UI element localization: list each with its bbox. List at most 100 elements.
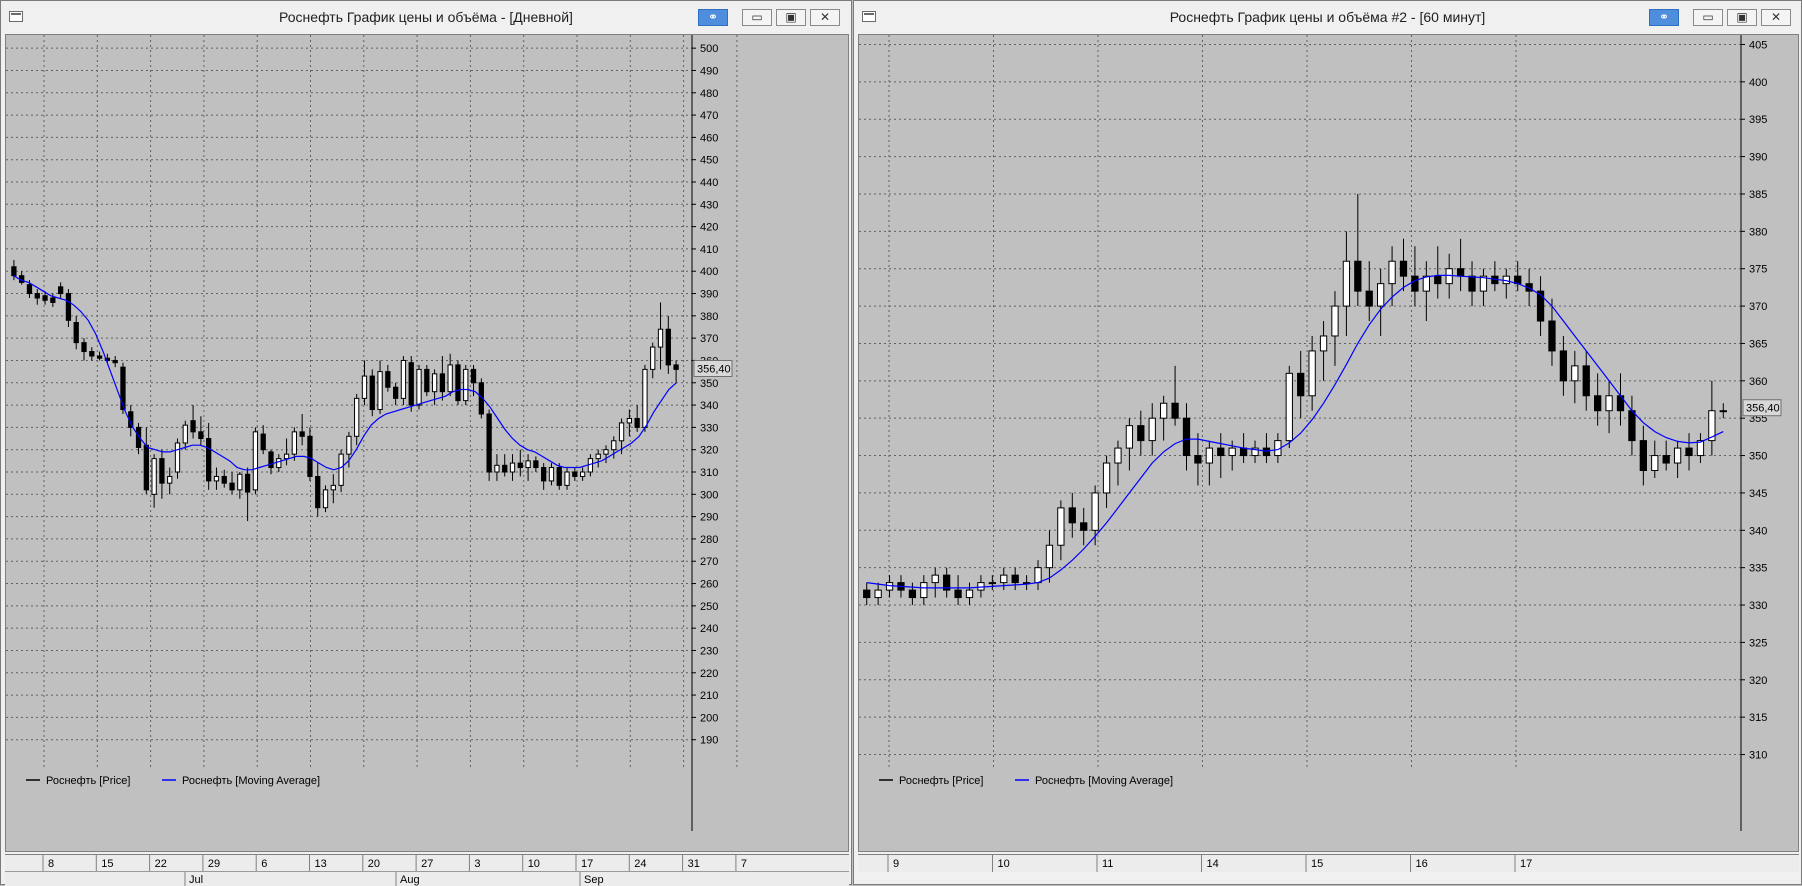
candle [1411,275,1419,292]
candle [1548,320,1556,352]
candle [642,368,648,428]
y-tick-label: 240 [700,623,718,635]
y-tick-label: 350 [1749,451,1767,463]
candle [34,293,40,299]
x-day-label: 14 [1207,858,1219,870]
candle [1308,350,1316,397]
candle [1468,275,1476,292]
candle [439,373,446,393]
candle [330,484,336,491]
candle [252,431,259,491]
x-day-label: 31 [688,858,700,870]
y-tick-label: 430 [700,199,718,211]
candle [377,371,383,411]
candle [470,368,477,384]
restore-icon: ▣ [1736,10,1748,24]
chart-plot-area[interactable]: 190 200 210 220 230 240 250 260 270 280 290 300 310 3… [5,34,849,852]
candle [1080,522,1088,531]
candle [400,359,407,399]
x-day-label: 8 [48,858,54,870]
x-axis-day-labels: 9 10 11 14 15 16 17 [887,855,1532,872]
candle [1194,455,1202,464]
candle [548,467,555,482]
minimize-button[interactable]: ▭ [742,9,772,26]
candle [463,368,469,402]
y-tick-label: 320 [700,445,718,457]
x-day-label: 17 [581,858,593,870]
x-day-label: 9 [893,858,899,870]
y-tick-label: 450 [700,155,718,167]
y-tick-label: 390 [1749,152,1767,164]
candle [618,422,625,442]
candle [73,322,79,344]
candle [564,471,570,486]
candle [315,475,321,509]
candle [174,442,181,473]
candle [533,460,539,469]
candle [965,589,974,599]
close-button[interactable]: ✕ [1761,9,1791,26]
candle [541,467,547,482]
candle [65,293,72,321]
candle [369,375,375,411]
y-tick-label: 330 [700,422,718,434]
candle [213,475,220,482]
candle [361,375,368,399]
restore-button[interactable]: ▣ [1727,9,1757,26]
legend-label: Роснефть [Price] [899,775,983,787]
candle [920,582,928,599]
chart-window-daily[interactable]: Роснефть График цены и объёма - [Дневной… [0,0,852,886]
price-chart-daily[interactable]: 190 200 210 220 230 240 250 260 270 280 290 300 310 3… [6,35,848,851]
y-tick-label: 420 [700,222,718,234]
x-day-label: 22 [155,858,167,870]
x-day-label: 11 [1102,858,1113,870]
candle [1628,410,1636,442]
candle [1011,574,1019,584]
candle [977,582,985,591]
y-tick-label: 260 [700,579,718,591]
x-day-label: 6 [261,858,267,870]
x-axis-months: Jul Aug Sep [5,871,849,886]
y-tick-label: 410 [700,244,718,256]
restore-button[interactable]: ▣ [776,9,806,26]
x-day-label: 24 [634,858,646,870]
candle [634,417,640,428]
link-button[interactable]: ⚭ [1649,9,1679,26]
candle [1000,574,1008,584]
candle [1685,447,1693,457]
candle [1559,350,1568,382]
minimize-button[interactable]: ▭ [1693,9,1723,26]
close-button[interactable]: ✕ [810,9,840,26]
title-bar[interactable]: Роснефть График цены и объёма - [Дневной… [1,1,851,32]
candle [1388,260,1396,285]
chart-window-60min[interactable]: Роснефть График цены и объёма #2 - [60 м… [853,0,1802,885]
x-month-label: Sep [584,874,604,886]
link-button[interactable]: ⚭ [698,9,728,26]
y-tick-label: 200 [700,712,718,724]
candle [572,471,578,477]
candle [1331,305,1339,337]
x-month-label: Aug [400,874,420,886]
candle [283,453,290,460]
candle [1148,417,1156,442]
price-chart-60min[interactable]: 3103153203253303353403453503553603653703… [859,35,1798,851]
y-tick-label: 340 [700,400,718,412]
candle [1171,402,1179,419]
y-tick-label: 270 [700,556,718,568]
y-tick-label: 320 [1749,675,1767,687]
candle [260,433,266,451]
candle [1342,260,1351,307]
candle [1673,447,1682,464]
candle [57,286,64,295]
candle [931,574,939,584]
candle [595,453,601,460]
candle [874,589,882,599]
minimize-icon: ▭ [751,10,763,24]
y-tick-label: 395 [1749,114,1767,126]
candle [11,266,17,277]
candle [1456,268,1465,277]
y-tick-label: 370 [1749,301,1767,313]
title-bar[interactable]: Роснефть График цены и объёма #2 - [60 м… [854,1,1801,32]
chart-plot-area[interactable]: 310 315 320 325 330 335 340 345 350 355 360 365 370 3… [858,34,1799,852]
candle [229,482,235,491]
